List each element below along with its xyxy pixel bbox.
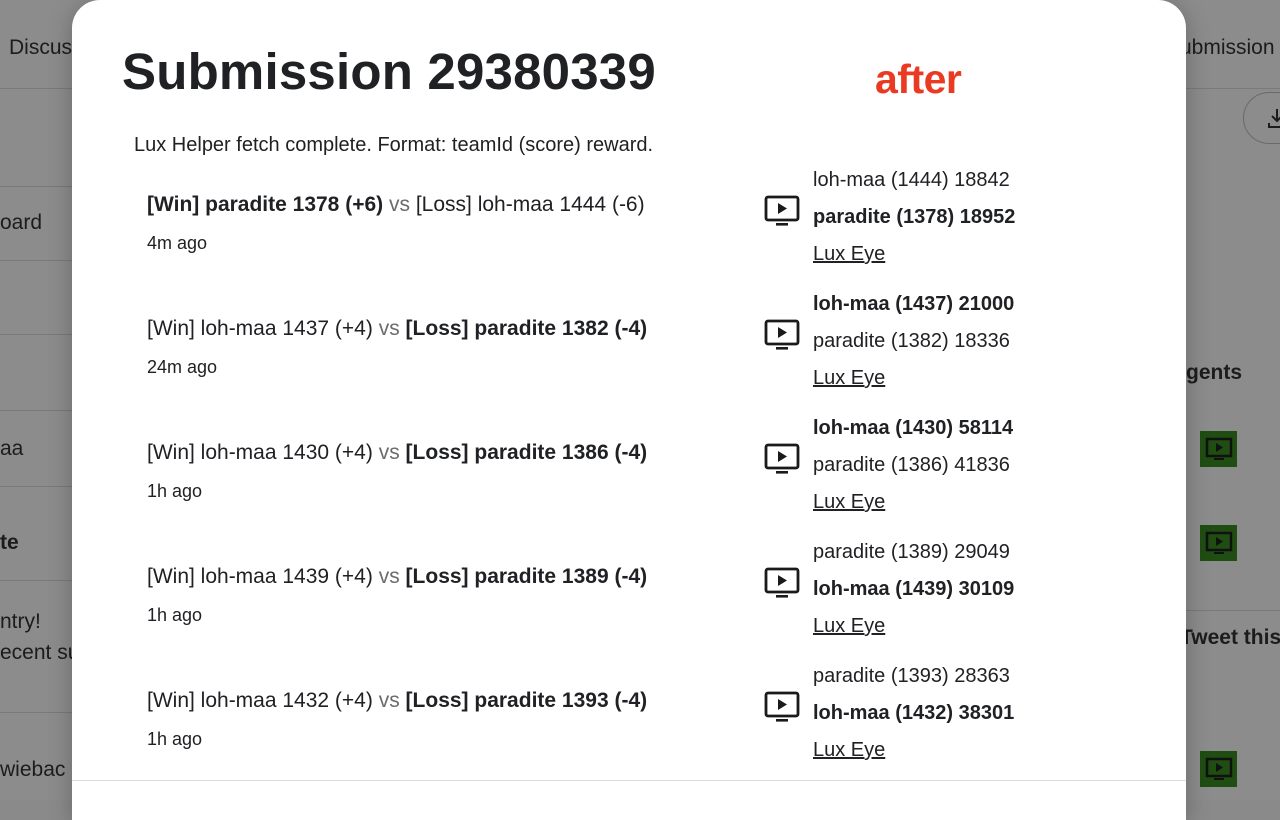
result-score-line: loh-maa (1432) 38301 [813, 701, 1014, 738]
lux-eye-link[interactable]: Lux Eye [813, 615, 885, 637]
vs-separator: vs [379, 441, 400, 464]
match-winner: [Win] loh-maa 1430 (+4) [147, 441, 373, 464]
result-score-line: paradite (1386) 41836 [813, 453, 1013, 490]
fetch-status-note: Lux Helper fetch complete. Format: teamI… [134, 134, 653, 157]
lux-eye-link[interactable]: Lux Eye [813, 739, 885, 761]
match-row: [Win] loh-maa 1439 (+4) vs [Loss] paradi… [147, 565, 647, 626]
vs-separator: vs [379, 689, 400, 712]
bg-tweet-button[interactable]: Tweet this [1180, 626, 1280, 650]
match-winner: [Win] paradite 1378 (+6) [147, 193, 383, 216]
match-summary: [Win] loh-maa 1439 (+4) vs [Loss] paradi… [147, 565, 647, 589]
replay-icon[interactable] [764, 319, 800, 356]
match-winner: [Win] loh-maa 1439 (+4) [147, 565, 373, 588]
match-summary: [Win] paradite 1378 (+6) vs [Loss] loh-m… [147, 193, 645, 217]
bg-nav-submissions[interactable]: ubmission [1180, 36, 1275, 60]
match-result-panel: paradite (1389) 29049loh-maa (1439) 3010… [762, 540, 1092, 650]
match-loser: [Loss] paradite 1382 (-4) [406, 317, 648, 340]
result-score-line: paradite (1389) 29049 [813, 540, 1014, 577]
bg-download-button[interactable] [1243, 92, 1280, 144]
result-score-line: loh-maa (1437) 21000 [813, 292, 1014, 329]
bg-side-text-3: te [0, 531, 19, 555]
match-loser: [Loss] paradite 1393 (-4) [406, 689, 648, 712]
match-time: 1h ago [147, 605, 647, 626]
match-row: [Win] loh-maa 1437 (+4) vs [Loss] paradi… [147, 317, 647, 378]
vs-separator: vs [379, 565, 400, 588]
lux-eye-link[interactable]: Lux Eye [813, 243, 885, 265]
bg-play-button[interactable] [1200, 525, 1237, 561]
replay-icon[interactable] [764, 567, 800, 604]
vs-separator: vs [389, 193, 410, 216]
result-score-line: loh-maa (1430) 58114 [813, 416, 1013, 453]
play-icon [1205, 437, 1233, 461]
match-row: [Win] paradite 1378 (+6) vs [Loss] loh-m… [147, 193, 645, 254]
result-score-line: loh-maa (1444) 18842 [813, 168, 1015, 205]
match-loser: [Loss] paradite 1386 (-4) [406, 441, 648, 464]
match-loser: [Loss] loh-maa 1444 (-6) [416, 193, 645, 216]
match-result-panel: loh-maa (1430) 58114paradite (1386) 4183… [762, 416, 1092, 526]
bg-side-text-5: ecent su [0, 641, 79, 665]
replay-icon[interactable] [764, 443, 800, 480]
vs-separator: vs [379, 317, 400, 340]
result-score-line: paradite (1378) 18952 [813, 205, 1015, 242]
match-result-panel: paradite (1393) 28363loh-maa (1432) 3830… [762, 664, 1092, 774]
lux-eye-link[interactable]: Lux Eye [813, 491, 885, 513]
match-summary: [Win] loh-maa 1432 (+4) vs [Loss] paradi… [147, 689, 647, 713]
bg-play-button[interactable] [1200, 751, 1237, 787]
result-score-line: paradite (1382) 18336 [813, 329, 1014, 366]
play-icon [1205, 757, 1233, 781]
download-icon [1266, 107, 1280, 129]
bg-side-text-1: oard [0, 211, 42, 235]
play-icon [1205, 531, 1233, 555]
result-score-line: loh-maa (1439) 30109 [813, 577, 1014, 614]
lux-eye-link[interactable]: Lux Eye [813, 367, 885, 389]
match-result-panel: loh-maa (1437) 21000paradite (1382) 1833… [762, 292, 1092, 402]
match-loser: [Loss] paradite 1389 (-4) [406, 565, 648, 588]
bg-side-text-6: wiebac [0, 758, 65, 782]
match-summary: [Win] loh-maa 1437 (+4) vs [Loss] paradi… [147, 317, 647, 341]
match-time: 4m ago [147, 233, 645, 254]
match-result-panel: loh-maa (1444) 18842paradite (1378) 1895… [762, 168, 1092, 278]
submission-modal: Submission 29380339 after Lux Helper fet… [72, 0, 1186, 820]
modal-divider [72, 780, 1186, 781]
match-winner: [Win] loh-maa 1432 (+4) [147, 689, 373, 712]
match-time: 24m ago [147, 357, 647, 378]
match-winner: [Win] loh-maa 1437 (+4) [147, 317, 373, 340]
bg-side-text-4: ntry! [0, 610, 41, 634]
match-summary: [Win] loh-maa 1430 (+4) vs [Loss] paradi… [147, 441, 647, 465]
bg-nav-discussion[interactable]: Discus [9, 36, 72, 60]
bg-play-button[interactable] [1200, 431, 1237, 467]
bg-side-text-2: aa [0, 437, 23, 461]
modal-title: Submission 29380339 [122, 42, 656, 101]
match-time: 1h ago [147, 729, 647, 750]
match-time: 1h ago [147, 481, 647, 502]
replay-icon[interactable] [764, 691, 800, 728]
bg-right-heading-agents: gents [1186, 361, 1242, 385]
result-score-line: paradite (1393) 28363 [813, 664, 1014, 701]
extension-logo: after [875, 56, 961, 103]
match-row: [Win] loh-maa 1430 (+4) vs [Loss] paradi… [147, 441, 647, 502]
replay-icon[interactable] [764, 195, 800, 232]
match-row: [Win] loh-maa 1432 (+4) vs [Loss] paradi… [147, 689, 647, 750]
